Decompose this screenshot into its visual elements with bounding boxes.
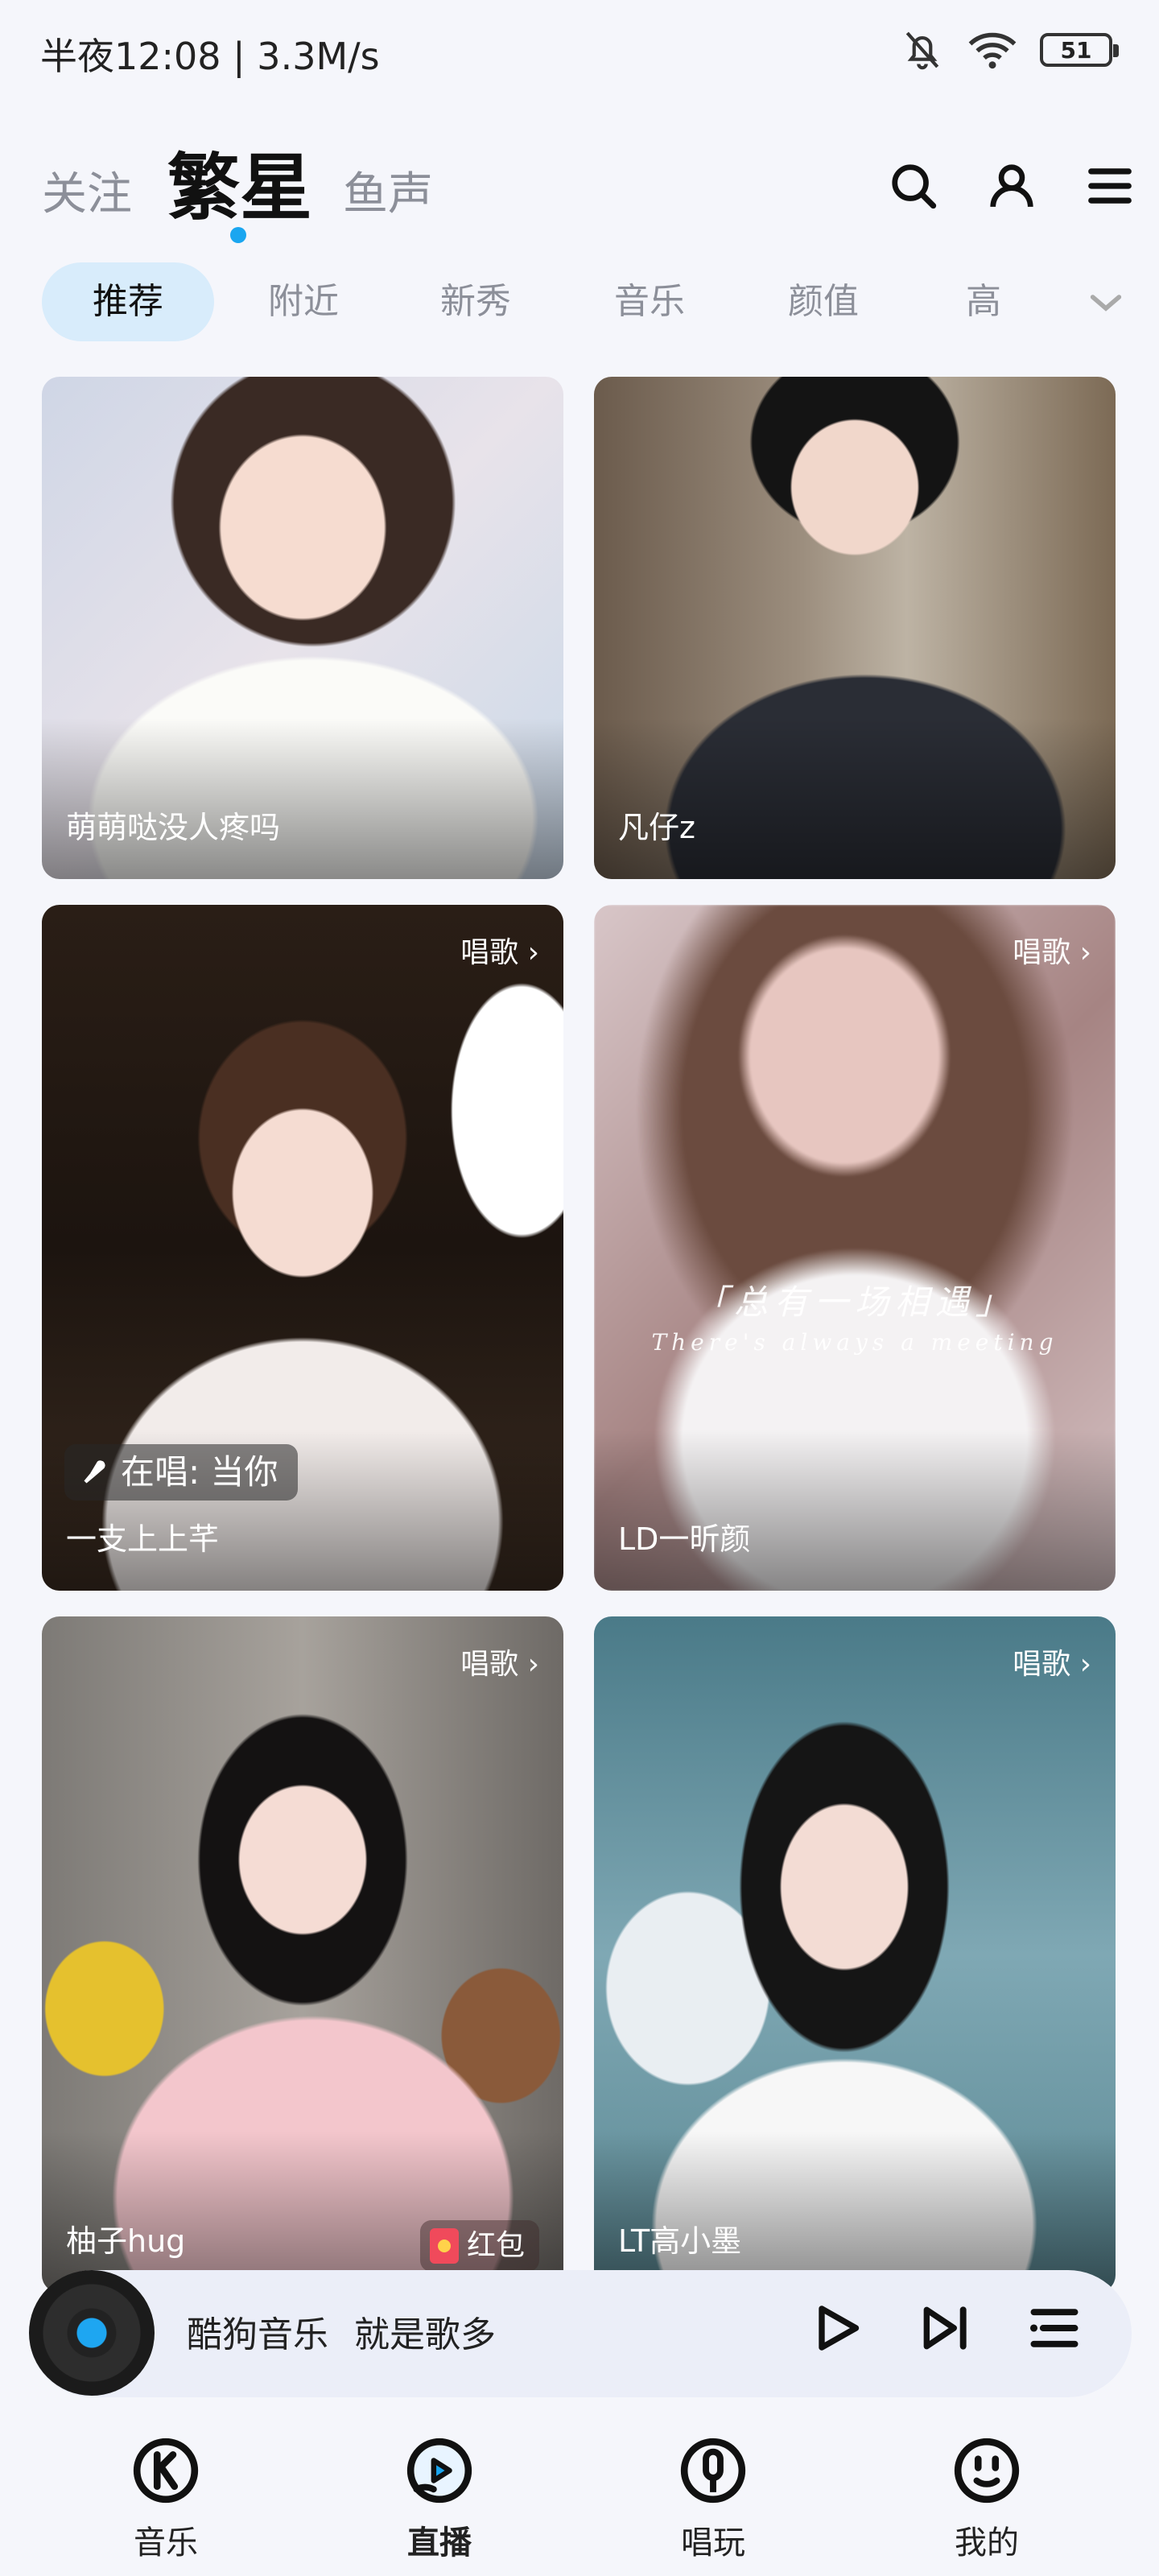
mini-player[interactable]: 酷狗音乐 就是歌多 xyxy=(29,2270,1132,2397)
album-disc-icon[interactable] xyxy=(29,2270,155,2396)
nav-sing-label: 唱玩 xyxy=(681,2524,745,2562)
red-packet-label: 红包 xyxy=(466,2229,525,2262)
live-play-icon xyxy=(406,2438,472,2504)
red-packet-icon xyxy=(429,2228,459,2264)
microphone-icon xyxy=(84,1460,105,1484)
stream-card[interactable]: 唱歌 › 在唱: 当你 一支上上芊 xyxy=(42,905,563,1591)
nav-music-label: 音乐 xyxy=(134,2524,198,2562)
streamer-name: 柚子hug xyxy=(66,2223,186,2259)
category-tag[interactable]: 唱歌 › xyxy=(460,929,539,971)
nav-mine[interactable]: 我的 xyxy=(906,2436,1067,2563)
stream-card[interactable]: 萌萌哒没人疼吗 xyxy=(42,377,563,879)
playlist-icon[interactable] xyxy=(1027,2301,1082,2355)
streamer-name: LD一昕颜 xyxy=(618,1521,751,1557)
mic-circle-icon xyxy=(680,2438,746,2504)
streamer-name: 萌萌哒没人疼吗 xyxy=(66,810,281,845)
top-actions xyxy=(889,161,1135,211)
nav-live[interactable]: 直播 xyxy=(359,2436,520,2563)
bell-off-icon xyxy=(905,31,939,70)
chip-newcomer[interactable]: 新秀 xyxy=(431,262,520,341)
stream-card[interactable]: 凡仔z xyxy=(594,377,1116,879)
play-icon[interactable] xyxy=(808,2301,863,2355)
menu-icon[interactable] xyxy=(1085,161,1135,211)
search-icon[interactable] xyxy=(889,161,938,211)
tab-follow[interactable]: 关注 xyxy=(42,158,132,223)
top-nav: 关注 繁星 鱼声 xyxy=(0,121,1159,250)
tab-fish[interactable]: 鱼声 xyxy=(343,158,433,223)
red-packet-badge[interactable]: 红包 xyxy=(419,2220,539,2272)
next-track-icon[interactable] xyxy=(918,2301,972,2355)
player-app-name: 酷狗音乐 xyxy=(187,2314,328,2355)
status-time: 半夜12:08 | 3.3M/s xyxy=(40,35,380,78)
stream-overlay-text: 「总有一场相遇」 There's always a meeting xyxy=(651,1282,1058,1356)
chip-recommend[interactable]: 推荐 xyxy=(42,262,214,341)
battery-level: 51 xyxy=(1060,36,1092,64)
streamer-name: 凡仔z xyxy=(618,810,695,845)
battery-icon: 51 xyxy=(1040,33,1119,67)
active-tab-indicator xyxy=(230,227,246,243)
tab-stars[interactable]: 繁星 xyxy=(167,129,312,233)
stream-card[interactable]: 唱歌 › 「总有一场相遇」 There's always a meeting L… xyxy=(594,905,1116,1591)
category-bar: 推荐 附近 新秀 音乐 颜值 高 xyxy=(0,262,1159,346)
nav-music[interactable]: 音乐 xyxy=(85,2436,246,2563)
chip-music[interactable]: 音乐 xyxy=(605,262,694,341)
stream-card[interactable]: 唱歌 › LT高小墨 xyxy=(594,1616,1116,2293)
chevron-down-icon[interactable] xyxy=(1083,280,1128,325)
player-track-name: 就是歌多 xyxy=(354,2314,496,2355)
now-singing-badge: 在唱: 当你 xyxy=(64,1444,298,1501)
wifi-icon xyxy=(968,32,1017,69)
singing-text: 在唱: 当你 xyxy=(121,1452,278,1492)
status-icons: 51 xyxy=(900,27,1119,72)
profile-icon[interactable] xyxy=(987,161,1037,211)
stream-grid: 萌萌哒没人疼吗 凡仔z 唱歌 › 在唱: 当你 一支上上芊 唱歌 › 「总有一场… xyxy=(42,377,1117,2293)
chip-looks[interactable]: 颜值 xyxy=(779,262,868,341)
chip-more[interactable]: 高 xyxy=(959,262,1008,341)
stream-card[interactable]: 唱歌 › 柚子hug 红包 xyxy=(42,1616,563,2293)
status-bar: 半夜12:08 | 3.3M/s 51 xyxy=(0,0,1159,105)
streamer-name: LT高小墨 xyxy=(618,2223,742,2259)
bottom-nav: 音乐 直播 唱玩 我的 xyxy=(0,2415,1159,2576)
smiley-icon xyxy=(954,2438,1020,2504)
nav-sing[interactable]: 唱玩 xyxy=(633,2436,794,2563)
chip-nearby[interactable]: 附近 xyxy=(259,262,348,341)
nav-mine-label: 我的 xyxy=(955,2524,1019,2562)
nav-live-label: 直播 xyxy=(407,2524,472,2562)
category-tag[interactable]: 唱歌 › xyxy=(1013,929,1091,971)
player-controls xyxy=(808,2301,1082,2355)
category-tag[interactable]: 唱歌 › xyxy=(1013,1641,1091,1682)
k-logo-icon xyxy=(133,2438,199,2504)
category-tag[interactable]: 唱歌 › xyxy=(460,1641,539,1682)
streamer-name: 一支上上芊 xyxy=(66,1521,220,1557)
